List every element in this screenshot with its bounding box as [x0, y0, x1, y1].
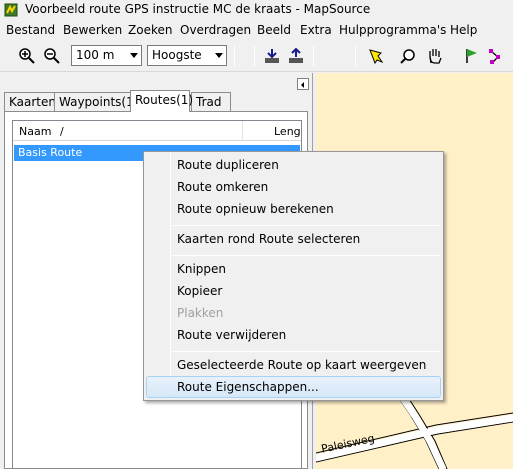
toolbar-separator	[313, 46, 314, 66]
menu-beeld[interactable]: Beeld	[257, 23, 291, 37]
chevron-down-icon	[215, 53, 223, 58]
menu-bewerken[interactable]: Bewerken	[63, 23, 122, 37]
menu-bar: Bestand Bewerken Zoeken Overdragen Beeld…	[0, 20, 513, 40]
zoom-out-icon[interactable]	[43, 47, 61, 65]
route-tool-icon[interactable]	[488, 47, 506, 65]
hand-tool-icon[interactable]	[426, 47, 444, 65]
menu-bestand[interactable]: Bestand	[6, 23, 55, 37]
column-divider[interactable]	[242, 121, 243, 141]
menu-hulpprogrammas[interactable]: Hulpprogramma's	[339, 23, 446, 37]
menu-route-verwijderen[interactable]: Route verwijderen	[177, 328, 286, 342]
context-menu-separator	[172, 351, 440, 352]
detail-dropdown[interactable]: Hoogste	[147, 45, 227, 66]
menu-geselecteerde-route-weergeven[interactable]: Geselecteerde Route op kaart weergeven	[177, 358, 426, 372]
menu-plakken[interactable]: Plakken	[177, 306, 223, 320]
detail-value: Hoogste	[152, 48, 202, 62]
menu-route-omkeren[interactable]: Route omkeren	[177, 180, 268, 194]
menu-extra[interactable]: Extra	[300, 23, 332, 37]
column-header-naam[interactable]: Naam	[19, 125, 51, 138]
menu-help[interactable]: Help	[450, 23, 477, 37]
toolbar-separator	[254, 46, 255, 66]
panel-collapse-button[interactable]	[297, 78, 309, 90]
scale-dropdown[interactable]: 100 m	[71, 45, 142, 66]
send-to-device-icon[interactable]	[287, 47, 305, 65]
scale-value: 100 m	[76, 48, 115, 62]
context-menu-gutter	[170, 153, 171, 399]
sort-indicator: /	[60, 125, 64, 138]
toolbar-separator	[234, 46, 235, 66]
toolbar: 100 m Hoogste	[0, 40, 513, 72]
context-menu-separator	[172, 255, 440, 256]
tab-waypoints[interactable]: Waypoints(1)	[54, 92, 138, 111]
chevron-down-icon	[130, 53, 138, 58]
tab-trad[interactable]: Trad	[191, 92, 231, 111]
menu-overdragen[interactable]: Overdragen	[180, 23, 251, 37]
zoom-in-icon[interactable]	[18, 47, 36, 65]
context-menu-separator	[172, 225, 440, 226]
select-tool-icon[interactable]	[367, 47, 385, 65]
receive-from-device-icon[interactable]	[263, 47, 281, 65]
waypoint-tool-icon[interactable]	[462, 47, 480, 65]
menu-kopieer[interactable]: Kopieer	[177, 284, 222, 298]
mapsource-app-icon[interactable]	[4, 3, 18, 17]
window-title: Voorbeeld route GPS instructie MC de kra…	[25, 2, 371, 16]
tab-kaarten[interactable]: Kaarten	[4, 92, 56, 111]
menu-route-dupliceren[interactable]: Route dupliceren	[177, 158, 279, 172]
menu-route-opnieuw-berekenen[interactable]: Route opnieuw berekenen	[177, 202, 334, 216]
tab-routes[interactable]: Routes(1)	[130, 90, 193, 112]
menu-zoeken[interactable]: Zoeken	[128, 23, 172, 37]
column-header-lengte[interactable]: Leng	[274, 125, 301, 138]
menu-route-eigenschappen[interactable]: Route Eigenschappen...	[177, 380, 319, 394]
zoom-tool-icon[interactable]	[399, 47, 417, 65]
list-header	[13, 121, 301, 141]
menu-knippen[interactable]: Knippen	[177, 262, 226, 276]
toolbar-separator	[355, 46, 356, 66]
route-name: Basis Route	[18, 146, 83, 159]
menu-kaarten-rond-route-selecteren[interactable]: Kaarten rond Route selecteren	[177, 232, 360, 246]
